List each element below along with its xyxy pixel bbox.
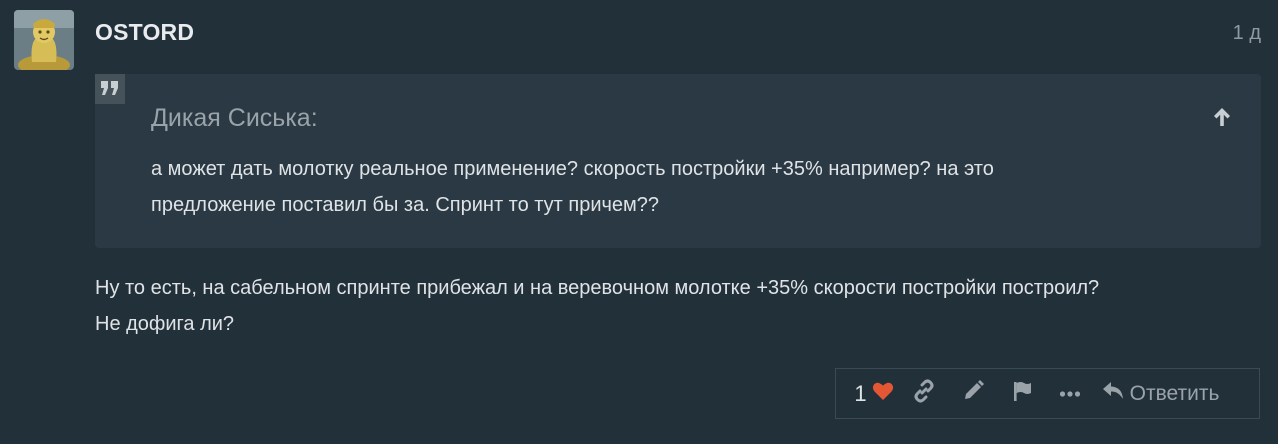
post-body-line: Ну то есть, на сабельном спринте прибежа… [95,277,1100,299]
post-body: Ну то есть, на сабельном спринте прибежа… [95,270,1261,342]
more-button[interactable] [1046,385,1093,403]
heart-icon [872,381,894,406]
ellipsis-icon [1059,385,1081,403]
post: OSTORD 1 д Дикая Сиська: а может дать мо… [0,0,1278,444]
username[interactable]: OSTORD [95,19,194,46]
quote-text: а может дать молотку реальное применение… [151,151,1211,223]
reply-label: Ответить [1129,381,1220,405]
reply-button[interactable]: Ответить [1094,381,1259,406]
quote-block: Дикая Сиська: а может дать молотку реаль… [95,74,1261,248]
flag-icon [1011,380,1033,407]
post-date[interactable]: 1 д [1233,22,1261,45]
copy-link-button[interactable] [899,379,948,408]
edit-button[interactable] [948,380,997,407]
post-actions: 1 Ответить [835,368,1260,419]
quote-text-line: а может дать молотку реальное применение… [151,158,994,180]
quote-text-line: предложение поставил бы за. Спринт то ту… [151,194,660,216]
flag-button[interactable] [997,380,1046,407]
arrow-up-icon[interactable] [1211,106,1233,128]
reply-icon [1102,381,1124,406]
quote-icon [95,74,125,104]
link-icon [912,379,936,408]
like-count: 1 [854,380,867,406]
post-body-line: Не дофига ли? [95,313,235,335]
avatar[interactable] [14,10,74,70]
quote-author: Дикая Сиська: [151,104,318,132]
like-button[interactable]: 1 [836,381,899,407]
pencil-icon [962,380,984,407]
